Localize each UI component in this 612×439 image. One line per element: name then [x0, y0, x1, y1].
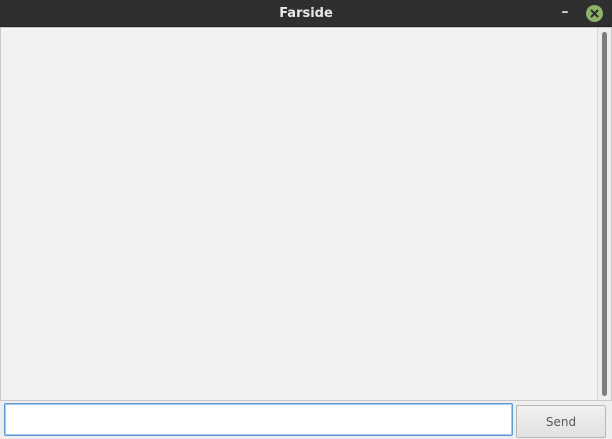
window-title: Farside: [279, 6, 333, 21]
send-button[interactable]: Send: [516, 405, 606, 438]
minimize-button[interactable]: –: [556, 4, 574, 22]
close-button[interactable]: [586, 5, 603, 22]
message-input[interactable]: [4, 403, 513, 436]
close-icon: [590, 9, 599, 18]
scrollbar-thumb[interactable]: [602, 32, 607, 396]
app-window: Farside – Send: [0, 0, 612, 439]
titlebar[interactable]: Farside –: [0, 0, 612, 27]
chat-message-area[interactable]: [0, 27, 612, 401]
minimize-icon: –: [561, 4, 569, 20]
vertical-scrollbar[interactable]: [597, 28, 611, 400]
